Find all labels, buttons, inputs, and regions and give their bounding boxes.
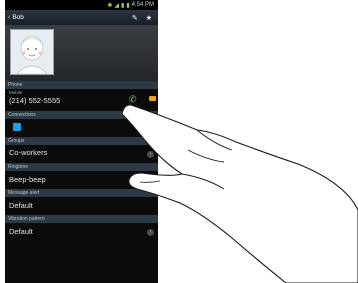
pointing-hand-illustration xyxy=(121,104,358,283)
